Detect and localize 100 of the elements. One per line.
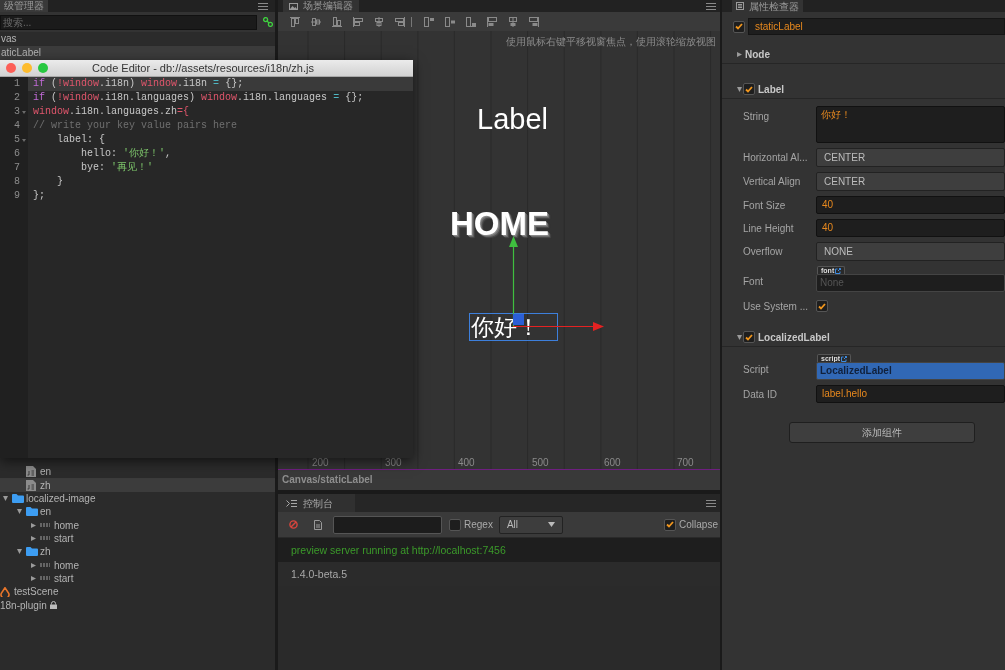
menu-icon[interactable]: [706, 499, 716, 507]
folder-icon: [12, 493, 24, 503]
scene-label[interactable]: Label: [477, 105, 548, 134]
tree-item[interactable]: zh: [0, 478, 275, 492]
ruler-label: 600: [604, 458, 621, 468]
checkbox[interactable]: [816, 300, 828, 312]
component-checkbox[interactable]: [743, 331, 755, 343]
dropdown[interactable]: NONE: [816, 242, 1005, 261]
number-field[interactable]: 40: [816, 219, 1005, 237]
level-dropdown[interactable]: All: [498, 515, 563, 534]
tree-item[interactable]: home: [0, 558, 275, 572]
link-icon[interactable]: [263, 17, 273, 27]
ruler-label: 700: [677, 458, 694, 468]
filter-field[interactable]: [333, 515, 442, 534]
section-title[interactable]: LocalizedLabel: [758, 329, 830, 345]
external-link-icon[interactable]: [835, 267, 842, 274]
component-checkbox[interactable]: [743, 83, 755, 95]
circle-slash-icon[interactable]: [289, 520, 298, 529]
document-icon: [26, 466, 36, 478]
property-label: Font: [743, 275, 764, 289]
document-icon[interactable]: [314, 519, 322, 530]
align-top-icon[interactable]: [290, 16, 300, 27]
number-field[interactable]: 40: [816, 196, 1005, 214]
line-number: 4: [14, 119, 20, 133]
inspector-tab[interactable]: 属性检查器: [732, 0, 803, 12]
tree-item[interactable]: 18n-plugin: [0, 598, 275, 612]
line-number: 3: [14, 105, 20, 119]
caret-down-icon[interactable]: [17, 549, 22, 555]
fold-arrow-icon[interactable]: [22, 138, 26, 142]
add-component-button[interactable]: 添加组件: [789, 422, 975, 443]
section-title[interactable]: Node: [745, 46, 770, 62]
property-label: Line Height: [743, 221, 795, 236]
caret-right-icon[interactable]: [31, 575, 36, 581]
string-textarea[interactable]: 你好！: [816, 106, 1005, 143]
caret-right-icon[interactable]: [31, 522, 36, 528]
caret-right-icon[interactable]: [737, 51, 742, 57]
tree-item[interactable]: aticLabel: [0, 46, 275, 60]
align-bottom-icon[interactable]: [332, 16, 342, 27]
ruler-label: 400: [458, 458, 475, 468]
fold-arrow-icon[interactable]: [22, 110, 26, 114]
image-icon: [289, 2, 298, 10]
tree-item[interactable]: start: [0, 531, 275, 546]
image-thumbnail-icon: [40, 536, 50, 541]
align-middle-icon[interactable]: [311, 16, 321, 27]
tree-item[interactable]: home: [0, 518, 275, 532]
property-label: String: [743, 110, 771, 124]
distribute-left-icon[interactable]: [487, 16, 497, 27]
distribute-middle-icon[interactable]: [445, 16, 455, 27]
scene-file-icon: [0, 586, 10, 597]
collapse-checkbox[interactable]: [664, 518, 677, 531]
console-tab[interactable]: 控制台: [278, 494, 355, 512]
ruler-label: 500: [532, 458, 549, 468]
tree-item[interactable]: en: [0, 505, 275, 519]
tree-item[interactable]: vas: [0, 32, 275, 46]
tree-item[interactable]: localized-image: [0, 491, 275, 506]
menu-icon[interactable]: [706, 2, 716, 10]
distribute-right-icon[interactable]: [529, 16, 539, 27]
menu-icon[interactable]: [258, 2, 268, 10]
section-title[interactable]: Label: [758, 81, 785, 97]
folder-icon: [26, 507, 38, 517]
caret-down-icon[interactable]: [17, 509, 22, 515]
align-center-icon[interactable]: [374, 16, 384, 27]
property-label: Use System ...: [743, 299, 809, 314]
tree-item[interactable]: testScene: [0, 585, 275, 599]
line-number: 8: [14, 175, 20, 189]
regex-checkbox[interactable]: [449, 518, 461, 531]
image-thumbnail-icon: [40, 523, 50, 528]
image-thumbnail-icon: [40, 576, 50, 581]
distribute-bottom-icon[interactable]: [466, 16, 476, 27]
scene-sprite[interactable]: HOME: [450, 207, 549, 240]
tree-item[interactable]: start: [0, 571, 275, 586]
search-field[interactable]: 搜索...: [0, 14, 257, 30]
caret-right-icon[interactable]: [31, 562, 36, 568]
text-field[interactable]: label.hello: [816, 385, 1005, 403]
node-name-field[interactable]: staticLabel: [748, 18, 1005, 35]
tree-item[interactable]: zh: [0, 545, 275, 559]
align-left-icon[interactable]: [353, 16, 363, 27]
close-icon[interactable]: [6, 63, 16, 73]
hierarchy-tab[interactable]: 级管理器: [0, 0, 48, 12]
distribute-top-icon[interactable]: [424, 16, 434, 27]
dropdown[interactable]: CENTER: [816, 148, 1005, 167]
line-number: 2: [14, 91, 20, 105]
caret-right-icon[interactable]: [31, 535, 36, 541]
line-number: 7: [14, 161, 20, 175]
scene-editor-tab[interactable]: 场景编辑器: [283, 0, 359, 12]
align-right-icon[interactable]: [395, 16, 405, 27]
property-label: Font Size: [743, 198, 787, 213]
property-label: Overflow: [743, 245, 784, 259]
image-thumbnail-icon: [40, 563, 50, 568]
caret-down-icon: [547, 522, 555, 527]
console-icon: [286, 499, 297, 507]
list-icon: [736, 2, 744, 10]
tree-item[interactable]: en: [0, 465, 275, 479]
caret-down-icon[interactable]: [3, 495, 8, 501]
distribute-center-icon[interactable]: [508, 16, 518, 27]
dropdown[interactable]: CENTER: [816, 172, 1005, 191]
node-active-checkbox[interactable]: [733, 20, 745, 33]
external-link-icon[interactable]: [841, 355, 848, 362]
scene-label[interactable]: 你好！: [469, 313, 558, 341]
document-icon: [26, 479, 36, 491]
